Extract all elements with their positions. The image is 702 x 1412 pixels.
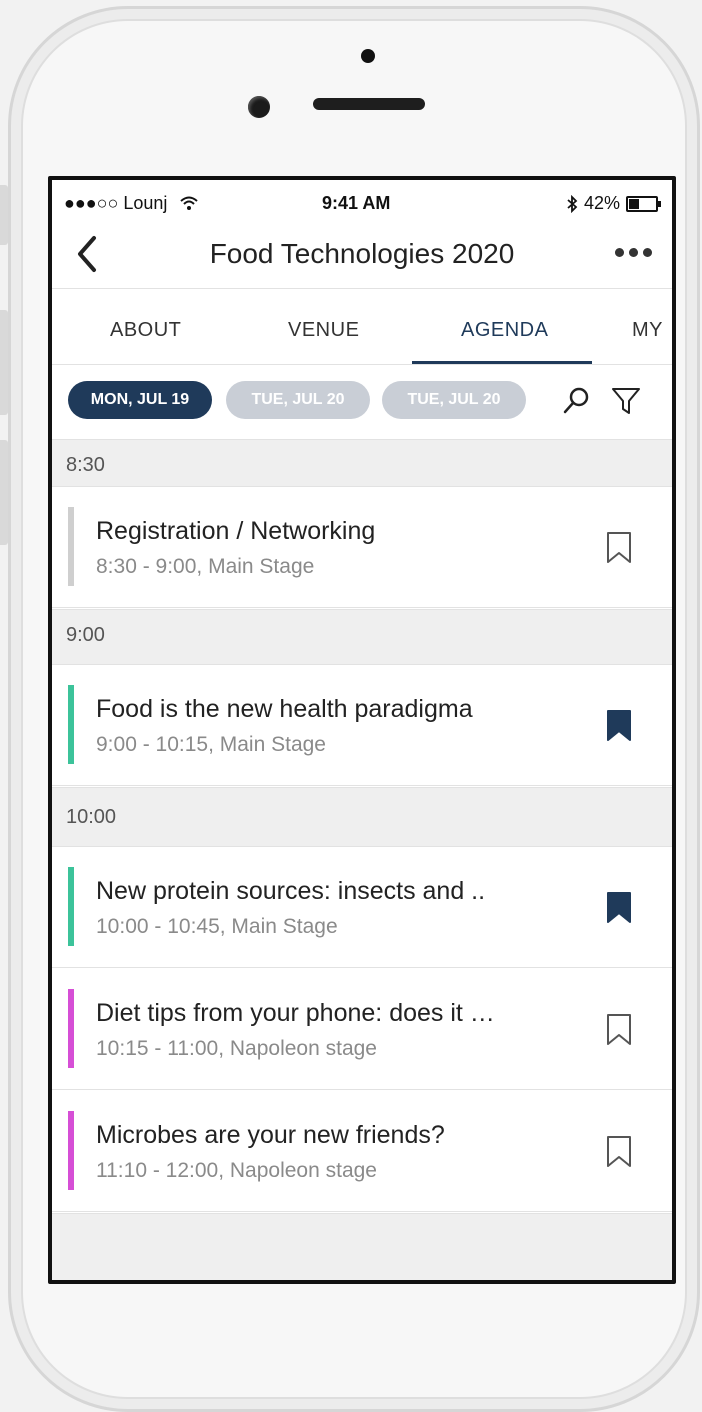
more-dot xyxy=(615,248,624,257)
more-dot xyxy=(629,248,638,257)
session-title: Diet tips from your phone: does it … xyxy=(96,999,495,1027)
tab-bar: ABOUT VENUE AGENDA MY xyxy=(52,289,672,365)
session-item[interactable]: Registration / Networking 8:30 - 9:00, M… xyxy=(52,487,672,608)
mute-switch xyxy=(0,185,8,245)
wifi-icon xyxy=(180,196,199,210)
stage-color-bar xyxy=(68,685,74,764)
carrier-text: ●●●○○ Lounj xyxy=(64,193,168,213)
filter-icon[interactable] xyxy=(610,385,642,417)
battery-icon xyxy=(626,195,661,212)
proximity-sensor xyxy=(361,49,375,63)
front-camera xyxy=(248,96,270,118)
date-pill-tue-jul-20[interactable]: TUE, JUL 20 xyxy=(226,381,370,419)
next-time-slot-header xyxy=(52,1213,672,1280)
date-pill-tue-jul-20-second[interactable]: TUE, JUL 20 xyxy=(382,381,526,419)
session-item[interactable]: Microbes are your new friends? 11:10 - 1… xyxy=(52,1091,672,1212)
battery-indicator: 42% xyxy=(566,193,661,214)
session-item[interactable]: Diet tips from your phone: does it … 10:… xyxy=(52,969,672,1090)
session-subtitle: 10:00 - 10:45, Main Stage xyxy=(96,915,338,938)
session-item[interactable]: Food is the new health paradigma 9:00 - … xyxy=(52,665,672,786)
session-subtitle: 10:15 - 11:00, Napoleon stage xyxy=(96,1037,377,1060)
page-title: Food Technologies 2020 xyxy=(209,238,515,269)
bookmark-outline-icon[interactable] xyxy=(606,531,632,565)
time-slot-header: 8:30 xyxy=(52,439,672,487)
session-title: Registration / Networking xyxy=(96,517,376,545)
session-title: New protein sources: insects and .. xyxy=(96,877,486,905)
stage-color-bar xyxy=(68,867,74,946)
battery-fill xyxy=(629,198,639,209)
app-screen: ●●●○○ Lounj 9:41 AM 42% Food Technologie… xyxy=(48,176,676,1284)
date-pill-mon-jul-19[interactable]: MON, JUL 19 xyxy=(68,381,212,419)
earpiece-speaker xyxy=(313,98,425,110)
tab-agenda[interactable]: AGENDA xyxy=(461,319,548,342)
tab-my[interactable]: MY xyxy=(632,319,663,342)
carrier-label: ●●●○○ Lounj xyxy=(64,193,199,214)
session-subtitle: 9:00 - 10:15, Main Stage xyxy=(96,733,326,756)
session-subtitle: 11:10 - 12:00, Napoleon stage xyxy=(96,1159,377,1182)
nav-bar: Food Technologies 2020 xyxy=(52,224,672,289)
session-item[interactable]: New protein sources: insects and .. 10:0… xyxy=(52,847,672,968)
bluetooth-icon xyxy=(567,194,578,213)
stage-color-bar xyxy=(68,507,74,586)
stage-color-bar xyxy=(68,989,74,1068)
time-slot-header: 10:00 xyxy=(52,787,672,847)
active-tab-indicator xyxy=(412,361,592,364)
bookmark-filled-icon[interactable] xyxy=(606,709,632,743)
more-dot xyxy=(643,248,652,257)
search-icon[interactable] xyxy=(560,385,592,417)
date-filter-row: MON, JUL 19 TUE, JUL 20 TUE, JUL 20 xyxy=(52,365,672,435)
bookmark-outline-icon[interactable] xyxy=(606,1135,632,1169)
volume-down-button xyxy=(0,440,8,545)
tab-about[interactable]: ABOUT xyxy=(110,319,181,342)
stage-color-bar xyxy=(68,1111,74,1190)
status-time: 9:41 AM xyxy=(322,193,391,213)
bookmark-filled-icon[interactable] xyxy=(606,891,632,925)
volume-up-button xyxy=(0,310,8,415)
more-options-icon[interactable] xyxy=(615,248,652,257)
session-title: Microbes are your new friends? xyxy=(96,1121,445,1149)
bookmark-outline-icon[interactable] xyxy=(606,1013,632,1047)
battery-percent: 42% xyxy=(583,193,620,213)
session-title: Food is the new health paradigma xyxy=(96,695,473,723)
time-slot-header: 9:00 xyxy=(52,609,672,665)
tab-venue[interactable]: VENUE xyxy=(288,319,359,342)
session-subtitle: 8:30 - 9:00, Main Stage xyxy=(96,555,315,578)
status-bar: ●●●○○ Lounj 9:41 AM 42% xyxy=(52,180,672,224)
